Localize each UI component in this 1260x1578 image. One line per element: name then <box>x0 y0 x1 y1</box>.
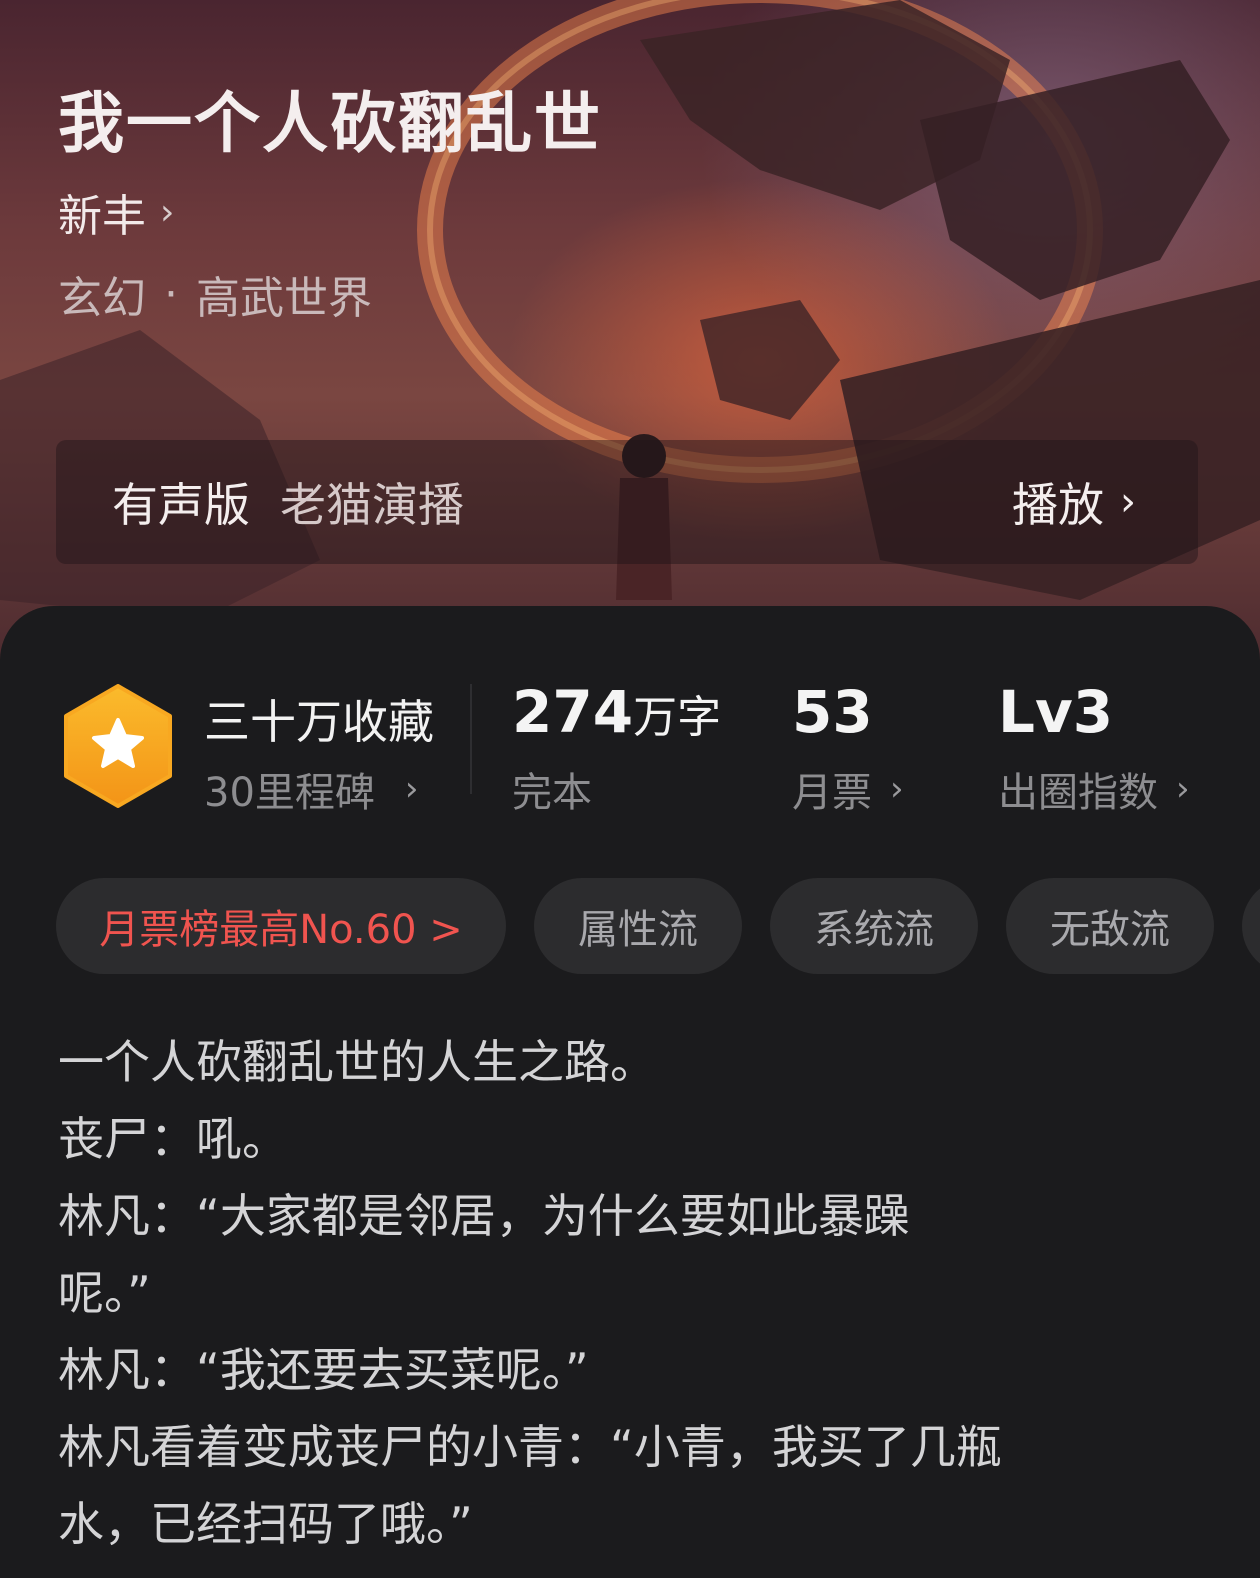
genre-line: 玄幻 · 高武世界 <box>58 262 372 326</box>
tag-invincible[interactable]: 无敌流 <box>1006 878 1214 974</box>
tag-system[interactable]: 系统流 <box>770 878 978 974</box>
description-line: 林凡：“我还要去买菜呢。” <box>58 1343 589 1397</box>
milestone-sub: 30里程碑 <box>204 770 375 816</box>
monthly-tickets-label: 月票 <box>792 770 872 816</box>
audio-narrator: 老猫演播 <box>280 478 464 532</box>
cover-hero: 我一个人砍翻乱世 新丰 › 玄幻 · 高武世界 有声版 老猫演播 播放 › <box>0 0 1260 660</box>
word-count: 274万字 <box>512 678 721 746</box>
level-label: 出圈指数 <box>998 770 1158 816</box>
book-title: 我一个人砍翻乱世 <box>58 84 602 162</box>
milestone-link[interactable]: 30里程碑 › <box>204 760 419 818</box>
monthly-tickets-value: 53 <box>792 678 873 746</box>
rank-tag[interactable]: 月票榜最高No.60 > <box>56 878 506 974</box>
subcategory: 高武世界 <box>196 273 372 324</box>
tag-more[interactable] <box>1242 878 1260 974</box>
chevron-right-icon: › <box>1176 769 1190 809</box>
description-line: 林凡看着变成丧尸的小青：“小青，我买了几瓶 <box>58 1420 1002 1474</box>
play-button[interactable]: 播放 › <box>1012 469 1136 535</box>
author-link[interactable]: 新丰 › <box>58 180 174 244</box>
author-name: 新丰 <box>58 191 146 242</box>
chevron-right-icon: › <box>890 769 904 809</box>
tag-list: 月票榜最高No.60 > 属性流 系统流 无敌流 <box>56 878 1260 976</box>
book-description[interactable]: 一个人砍翻乱世的人生之路。 丧尸：吼。 林凡：“大家都是邻居，为什么要如此暴躁 … <box>58 1024 1208 1563</box>
description-line: 丧尸：吼。 <box>58 1112 288 1166</box>
word-count-unit: 万字 <box>633 692 722 743</box>
status-label: 完本 <box>512 770 592 816</box>
detail-sheet: 三十万收藏 30里程碑 › 274万字 完本 53 月票 › Lv3 出圈指数 … <box>0 606 1260 1578</box>
monthly-tickets-link[interactable]: 月票 › <box>792 760 904 818</box>
category: 玄幻 <box>58 273 146 324</box>
star-hexagon-badge-icon[interactable] <box>62 684 174 812</box>
milestone-title[interactable]: 三十万收藏 <box>204 686 434 752</box>
chevron-right-icon: › <box>404 769 419 809</box>
stats-divider <box>470 684 472 794</box>
play-label: 播放 <box>1012 478 1104 532</box>
chevron-right-icon: › <box>160 191 175 233</box>
genre-separator: · <box>164 268 178 320</box>
audio-version-bar[interactable]: 有声版 老猫演播 播放 › <box>56 440 1198 564</box>
tag-attribute[interactable]: 属性流 <box>534 878 742 974</box>
description-line: 水，已经扫码了哦。” <box>58 1497 473 1551</box>
book-status: 完本 <box>512 760 592 818</box>
description-line: 一个人砍翻乱世的人生之路。 <box>58 1035 656 1089</box>
chevron-right-icon: › <box>1120 479 1136 525</box>
level-value: Lv3 <box>998 678 1114 746</box>
audio-label: 有声版 <box>112 478 250 532</box>
description-line: 林凡：“大家都是邻居，为什么要如此暴躁 <box>58 1189 910 1243</box>
description-line: 呢。” <box>58 1266 151 1320</box>
level-link[interactable]: 出圈指数 › <box>998 760 1190 818</box>
word-count-value: 274 <box>512 678 634 746</box>
stats-row: 三十万收藏 30里程碑 › 274万字 完本 53 月票 › Lv3 出圈指数 … <box>0 676 1260 816</box>
